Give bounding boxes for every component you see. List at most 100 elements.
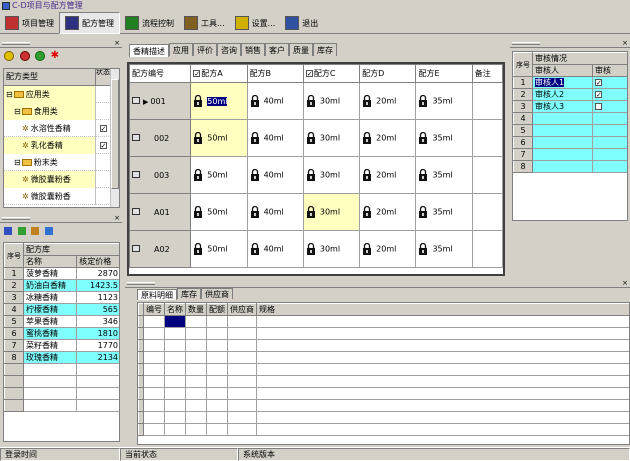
materials-cell[interactable] bbox=[144, 328, 165, 340]
formula-tab[interactable]: 销售 bbox=[241, 43, 265, 56]
formula-value-cell[interactable]: 30ml bbox=[303, 120, 359, 157]
materials-tab[interactable]: 库存 bbox=[177, 288, 201, 299]
approval-row[interactable]: 2审核人2✓ bbox=[514, 89, 629, 101]
formula-value-cell[interactable]: 30ml bbox=[303, 231, 359, 268]
materials-cell[interactable] bbox=[144, 364, 165, 376]
star-icon[interactable]: ✱ bbox=[51, 51, 59, 61]
materials-col-header[interactable]: 编号 bbox=[144, 304, 165, 316]
formula-col-header[interactable]: 配方B bbox=[247, 65, 303, 83]
materials-cell[interactable] bbox=[207, 316, 228, 328]
export-icon[interactable] bbox=[18, 227, 26, 235]
toolbar-button-5[interactable]: 退出 bbox=[280, 12, 323, 34]
tree-scrollbar[interactable] bbox=[110, 69, 119, 208]
materials-cell[interactable] bbox=[144, 388, 165, 400]
formula-value-cell[interactable]: 20ml bbox=[360, 83, 416, 120]
materials-cell[interactable] bbox=[165, 424, 186, 436]
state-checkbox[interactable]: ✓ bbox=[100, 142, 107, 149]
formula-row[interactable]: 00250ml40ml30ml20ml35ml bbox=[130, 120, 503, 157]
materials-cell[interactable] bbox=[228, 424, 257, 436]
formula-note-cell[interactable] bbox=[472, 231, 502, 268]
formula-value-cell[interactable]: 50ml bbox=[191, 231, 247, 268]
formula-tab[interactable]: 咨询 bbox=[217, 43, 241, 56]
formula-row[interactable]: 00350ml40ml30ml20ml35ml bbox=[130, 157, 503, 194]
approval-col-header[interactable]: 审核 bbox=[593, 65, 629, 77]
materials-col-header[interactable]: 规格 bbox=[257, 304, 630, 316]
formula-row[interactable]: A0150ml40ml30ml20ml35ml bbox=[130, 194, 503, 231]
formula-tab[interactable]: 客户 bbox=[265, 43, 289, 56]
materials-col-header[interactable]: 数量 bbox=[186, 304, 207, 316]
tree-node[interactable]: ✲微胶囊粉香 bbox=[4, 188, 119, 205]
close-icon[interactable]: × bbox=[622, 280, 628, 287]
table-row[interactable]: 5苹果香精346 bbox=[5, 316, 121, 328]
formula-col-header[interactable]: 配方E bbox=[416, 65, 472, 83]
materials-col-header[interactable]: 配额 bbox=[207, 304, 228, 316]
materials-cell[interactable] bbox=[228, 328, 257, 340]
formula-note-cell[interactable] bbox=[472, 83, 502, 120]
formula-value-cell[interactable]: 40ml bbox=[247, 83, 303, 120]
lock-icon[interactable] bbox=[362, 206, 372, 218]
materials-cell[interactable] bbox=[257, 388, 630, 400]
materials-cell[interactable] bbox=[207, 328, 228, 340]
formula-value-cell[interactable]: 50ml bbox=[191, 120, 247, 157]
toolbar-button-3[interactable]: 工具... bbox=[179, 12, 230, 34]
materials-cell[interactable] bbox=[228, 340, 257, 352]
delete-icon[interactable] bbox=[20, 51, 30, 61]
collapse-icon[interactable]: ⊟ bbox=[14, 107, 21, 116]
column-checkbox[interactable]: ✓ bbox=[306, 70, 313, 77]
lock-icon[interactable] bbox=[193, 206, 203, 218]
materials-cell[interactable] bbox=[144, 412, 165, 424]
materials-cell[interactable] bbox=[144, 376, 165, 388]
table-row[interactable] bbox=[139, 388, 630, 400]
formula-value-cell[interactable]: 30ml bbox=[303, 194, 359, 231]
approval-col-header[interactable]: 审核人 bbox=[533, 65, 593, 77]
lock-icon[interactable] bbox=[306, 132, 316, 144]
formula-col-header[interactable]: ✓配方A bbox=[191, 65, 247, 83]
table-row[interactable] bbox=[139, 400, 630, 412]
materials-cell[interactable] bbox=[257, 328, 630, 340]
materials-cell[interactable] bbox=[144, 352, 165, 364]
formula-value-cell[interactable]: 35ml bbox=[416, 231, 472, 268]
materials-cell[interactable] bbox=[257, 412, 630, 424]
tree-node[interactable]: ✲微胶囊粉香 bbox=[4, 171, 119, 188]
approval-row[interactable]: 8 bbox=[514, 161, 629, 173]
materials-cell[interactable] bbox=[186, 400, 207, 412]
tree-node[interactable]: ✲水溶性香精✓ bbox=[4, 120, 119, 137]
materials-cell[interactable] bbox=[207, 400, 228, 412]
lock-icon[interactable] bbox=[193, 95, 203, 107]
table-row[interactable] bbox=[139, 364, 630, 376]
formula-value-cell[interactable]: 35ml bbox=[416, 194, 472, 231]
lock-icon[interactable] bbox=[362, 169, 372, 181]
materials-cell[interactable] bbox=[186, 412, 207, 424]
formula-value-cell[interactable]: 40ml bbox=[247, 120, 303, 157]
formula-value-cell[interactable]: 35ml bbox=[416, 83, 472, 120]
materials-tab[interactable]: 供应商 bbox=[201, 288, 233, 299]
lock-icon[interactable] bbox=[193, 132, 203, 144]
materials-cell[interactable] bbox=[257, 364, 630, 376]
import-icon[interactable] bbox=[31, 227, 39, 235]
formula-tab[interactable]: 质量 bbox=[289, 43, 313, 56]
materials-cell[interactable] bbox=[186, 388, 207, 400]
materials-cell[interactable] bbox=[207, 376, 228, 388]
materials-cell[interactable] bbox=[257, 352, 630, 364]
formula-value-cell[interactable]: 35ml bbox=[416, 120, 472, 157]
materials-cell[interactable] bbox=[144, 424, 165, 436]
state-checkbox[interactable]: ✓ bbox=[100, 125, 107, 132]
library-col-header[interactable]: 核定价格 bbox=[77, 256, 120, 268]
table-row[interactable] bbox=[139, 412, 630, 424]
approval-checkbox[interactable] bbox=[595, 103, 602, 110]
approval-row[interactable]: 1审核人1✓ bbox=[514, 77, 629, 89]
materials-col-header[interactable]: 供应商 bbox=[228, 304, 257, 316]
lock-icon[interactable] bbox=[418, 243, 428, 255]
materials-cell[interactable] bbox=[165, 400, 186, 412]
formula-tab[interactable]: 库存 bbox=[313, 43, 337, 56]
scroll-thumb[interactable] bbox=[111, 79, 119, 189]
formula-value-cell[interactable]: 20ml bbox=[360, 194, 416, 231]
refresh-icon[interactable] bbox=[35, 51, 45, 61]
table-row[interactable]: 8玫瑰香精2134 bbox=[5, 352, 121, 364]
table-row[interactable] bbox=[139, 328, 630, 340]
approval-row[interactable]: 6 bbox=[514, 137, 629, 149]
materials-cell[interactable] bbox=[257, 376, 630, 388]
materials-cell[interactable] bbox=[257, 316, 630, 328]
lock-icon[interactable] bbox=[250, 132, 260, 144]
formula-value-cell[interactable]: 20ml bbox=[360, 231, 416, 268]
